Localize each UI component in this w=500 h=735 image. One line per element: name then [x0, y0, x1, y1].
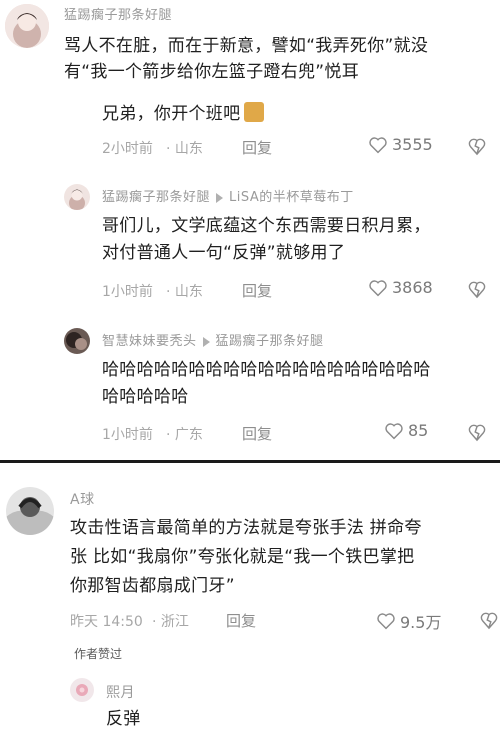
comment-text-line: 哥们儿，文学底蕴这个东西需要日积月累， — [102, 216, 431, 236]
comment-text-line: 攻击性语言最简单的方法就是夸张手法 拼命夸 — [70, 518, 422, 538]
heart-icon — [377, 613, 395, 630]
reply-text: 反弹 — [106, 709, 141, 729]
comment-text-line: 哈哈哈哈哈哈哈哈哈哈哈哈哈哈哈哈哈哈哈 — [102, 360, 431, 380]
like-count: 3868 — [392, 278, 433, 297]
reply-text: 兄弟，你开个班吧 — [102, 102, 265, 126]
comment-username[interactable]: A球 — [70, 489, 95, 509]
location-text: 山东 — [174, 284, 203, 300]
avatar[interactable] — [64, 328, 90, 354]
like-button[interactable]: 3868 — [368, 278, 433, 297]
comment-location: · 山东 — [166, 284, 203, 300]
comment-text-line: 你那智齿都扇成门牙” — [70, 576, 235, 596]
comment-username[interactable]: 熙月 — [106, 682, 135, 702]
dislike-icon[interactable] — [468, 422, 486, 442]
like-button[interactable]: 3555 — [368, 135, 433, 154]
avatar[interactable] — [5, 4, 49, 48]
reply-text-content: 兄弟，你开个班吧 — [102, 104, 241, 124]
reply-button[interactable]: 回复 — [242, 423, 272, 444]
reply-to-username[interactable]: 猛踢瘸子那条好腿 — [216, 334, 324, 349]
like-button[interactable]: 85 — [384, 421, 428, 440]
comment-text-line: 骂人不在脏，而在于新意，譬如“我弄死你”就没 — [64, 36, 429, 56]
comment-username[interactable]: 猛踢瘸子那条好腿 — [64, 4, 172, 23]
dislike-icon[interactable] — [480, 610, 498, 630]
comment-text-line: 哈哈哈哈哈 — [102, 387, 189, 407]
like-count: 3555 — [392, 135, 433, 154]
reply-button[interactable]: 回复 — [226, 610, 256, 631]
heart-icon — [385, 422, 403, 439]
heart-icon — [369, 136, 387, 153]
comment-location: · 广东 — [166, 427, 203, 443]
comment-time: 1小时前 — [102, 427, 153, 443]
comment-text-line: 张 比如“我扇你”夸张化就是“我一个铁巴掌把 — [70, 547, 415, 567]
emoji-sticker-icon — [244, 102, 265, 122]
comment-time: 2小时前 — [102, 141, 153, 157]
location-text: 山东 — [174, 141, 203, 157]
comment-text-line: 有“我一个箭步给你左篮子蹬右兜”悦耳 — [64, 62, 360, 82]
reply-button[interactable]: 回复 — [242, 137, 272, 158]
avatar[interactable] — [70, 678, 94, 702]
dislike-icon[interactable] — [468, 279, 486, 299]
comment-text-line: 对付普通人一句“反弹”就够用了 — [102, 243, 346, 263]
author-liked-label: 作者赞过 — [74, 647, 123, 661]
location-text: 广东 — [174, 427, 203, 443]
reply-arrow-icon — [216, 192, 224, 203]
avatar[interactable] — [64, 184, 90, 210]
comment-location: · 浙江 — [152, 614, 189, 630]
comment-location: · 山东 — [166, 141, 203, 157]
avatar[interactable] — [6, 487, 54, 535]
heart-icon — [369, 279, 387, 296]
like-count: 9.5万 — [400, 613, 442, 632]
dislike-icon[interactable] — [468, 136, 486, 156]
like-count: 85 — [408, 421, 429, 440]
comment-username[interactable]: 猛踢瘸子那条好腿 — [102, 190, 210, 205]
location-text: 浙江 — [160, 614, 189, 630]
section-divider — [0, 460, 500, 463]
reply-header: 猛踢瘸子那条好腿 LiSA的半杯草莓布丁 — [102, 186, 354, 205]
comment-time: 1小时前 — [102, 284, 153, 300]
like-button[interactable]: 9.5万 — [376, 609, 441, 633]
comment-username[interactable]: 智慧妹妹要秃头 — [102, 334, 197, 349]
reply-arrow-icon — [202, 336, 210, 347]
reply-to-username[interactable]: LiSA的半杯草莓布丁 — [229, 190, 354, 205]
reply-button[interactable]: 回复 — [242, 280, 272, 301]
comment-time: 昨天 14:50 — [70, 614, 143, 630]
reply-header: 智慧妹妹要秃头 猛踢瘸子那条好腿 — [102, 330, 324, 349]
